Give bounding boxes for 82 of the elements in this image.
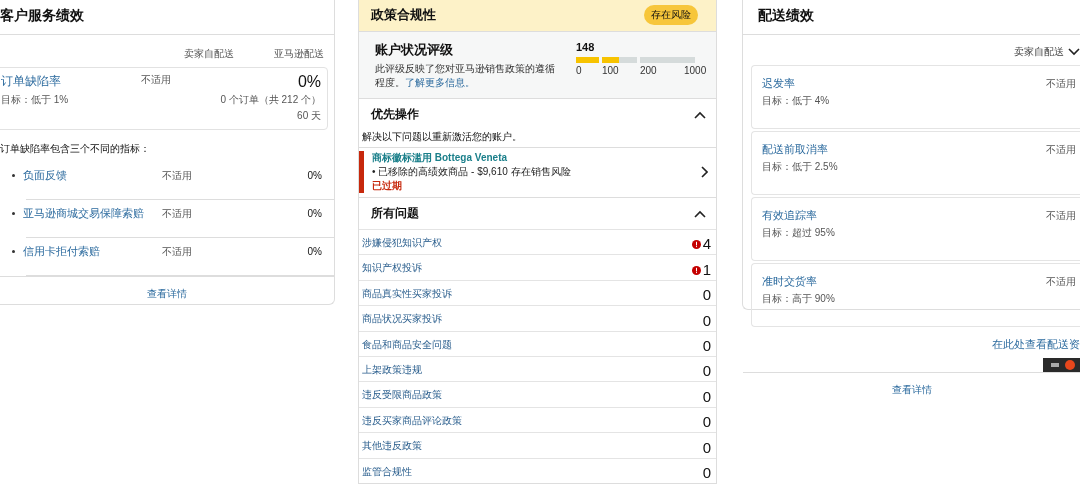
metric-target: 目标：低于 4% <box>762 94 830 108</box>
issue-link[interactable]: 监管合规性 <box>362 464 412 479</box>
shipping-link[interactable]: 在此处查看配送资 <box>992 338 1080 350</box>
metric-link[interactable]: 负面反馈 <box>23 168 162 183</box>
metric-link[interactable]: 有效追踪率 <box>762 209 835 223</box>
order-count: 0 个订单（共 212 个） <box>220 93 321 107</box>
metric-target: 目标：高于 90% <box>762 292 835 306</box>
section-title: 所有问题 <box>371 205 419 222</box>
rating-score: 148 <box>576 41 596 53</box>
issue-link[interactable]: 涉嫌侵犯知识产权 <box>362 236 442 250</box>
issue-count: 0 <box>702 413 711 431</box>
metric-value: 0% <box>297 73 321 91</box>
column-header: 亚马逊配送 <box>273 47 324 61</box>
scale-label: 0 <box>576 65 583 76</box>
metric-value: 不适用 <box>162 244 193 259</box>
metric-value: 0% <box>306 170 322 181</box>
issue-count: 4 <box>702 235 711 253</box>
details-link[interactable]: 查看详情 <box>891 384 932 395</box>
panel-title: 政策合规性 <box>371 6 436 24</box>
bullet-icon <box>12 250 15 253</box>
issue-count: 0 <box>702 464 711 482</box>
metric-value: 不适用 <box>1046 275 1076 289</box>
chevron-right-icon <box>701 166 708 178</box>
period-label: 60 天 <box>297 109 321 123</box>
metric-target: 目标：低于 2.5% <box>762 160 838 174</box>
issue-count: 0 <box>702 387 711 405</box>
issue-link[interactable]: 商品状况买家投诉 <box>362 312 442 327</box>
details-link[interactable]: 查看详情 <box>147 288 187 299</box>
metric-value: 不适用 <box>1046 143 1076 157</box>
metric-value: 不适用 <box>162 206 193 221</box>
metric-value: 不适用 <box>1046 77 1076 91</box>
issue-link[interactable]: 知识产权投诉 <box>362 261 422 276</box>
issue-link[interactable]: 食品和商品安全问题 <box>362 337 452 352</box>
issue-link[interactable]: 商品真实性买家投诉 <box>362 286 452 301</box>
issue-count: 0 <box>702 311 711 329</box>
metric-link[interactable]: 配送前取消率 <box>762 143 838 157</box>
issue-link[interactable]: 上架政策违规 <box>362 363 422 378</box>
metric-value: 不适用 <box>162 168 193 183</box>
alert-bar <box>359 151 364 193</box>
chevron-up-icon[interactable] <box>694 209 706 218</box>
issue-count: 0 <box>702 337 711 355</box>
issue-link[interactable]: 其他违反政策 <box>362 439 422 454</box>
metric-link[interactable]: 迟发率 <box>762 77 830 91</box>
learn-more-link[interactable]: 了解更多信息。 <box>405 76 475 88</box>
bullet-icon <box>12 212 15 215</box>
bullet-icon <box>12 174 15 177</box>
metric-value: 不适用 <box>141 73 172 87</box>
rating-title: 账户状况评级 <box>375 41 454 59</box>
panel-title: 配送绩效 <box>743 0 1080 35</box>
action-status: 已过期 <box>372 179 403 193</box>
scale-label: 100 <box>602 65 620 76</box>
metric-target: 目标：低于 1% <box>1 93 70 107</box>
intro-text: 订单缺陷率包含三个不同的指标： <box>0 142 151 156</box>
action-title: 商标徽标滥用 Bottega Veneta <box>372 151 509 165</box>
metric-link[interactable]: 准时交货率 <box>762 275 835 289</box>
metric-value: 0% <box>306 246 322 257</box>
section-title: 优先操作 <box>371 106 419 123</box>
issue-count: 1 <box>702 260 711 278</box>
ime-toolbar-icon <box>1043 358 1080 372</box>
metric-link[interactable]: 信用卡拒付索赔 <box>23 244 162 259</box>
issue-count: 0 <box>702 362 711 380</box>
issue-link[interactable]: 违反受限商品政策 <box>362 388 442 403</box>
chevron-down-icon[interactable] <box>1068 48 1080 56</box>
hint-text: 解决以下问题以重新激活您的账户。 <box>361 130 523 144</box>
panel-title: 客户服务绩效 <box>0 0 334 35</box>
metric-value: 不适用 <box>1046 209 1076 223</box>
metric-value: 0% <box>306 208 322 219</box>
column-header: 卖家自配送 <box>183 47 234 61</box>
status-badge: 存在风险 <box>644 5 698 25</box>
rating-description: 此评级反映了您对亚马逊销售政策的遵循程度。了解更多信息。 <box>375 62 556 89</box>
scale-label: 1000 <box>684 65 704 76</box>
chevron-up-icon[interactable] <box>694 110 706 119</box>
action-detail: • 已移除的高绩效商品 - $9,610 存在销售风险 <box>372 165 572 179</box>
scale-label: 200 <box>640 65 658 76</box>
action-item[interactable]: 商标徽标滥用 Bottega Veneta • 已移除的高绩效商品 - $9,610 存在销售风险 已过期 <box>359 147 716 198</box>
issue-count: 0 <box>702 286 711 304</box>
issue-link[interactable]: 违反买家商品评论政策 <box>362 413 462 428</box>
filter-dropdown[interactable]: 卖家自配送 <box>1014 45 1064 59</box>
issue-count: 0 <box>702 438 711 456</box>
metric-target: 目标：超过 95% <box>762 226 835 240</box>
metric-link[interactable]: 订单缺陷率 <box>1 73 141 90</box>
metric-link[interactable]: 亚马逊商城交易保障索赔 <box>23 206 162 221</box>
